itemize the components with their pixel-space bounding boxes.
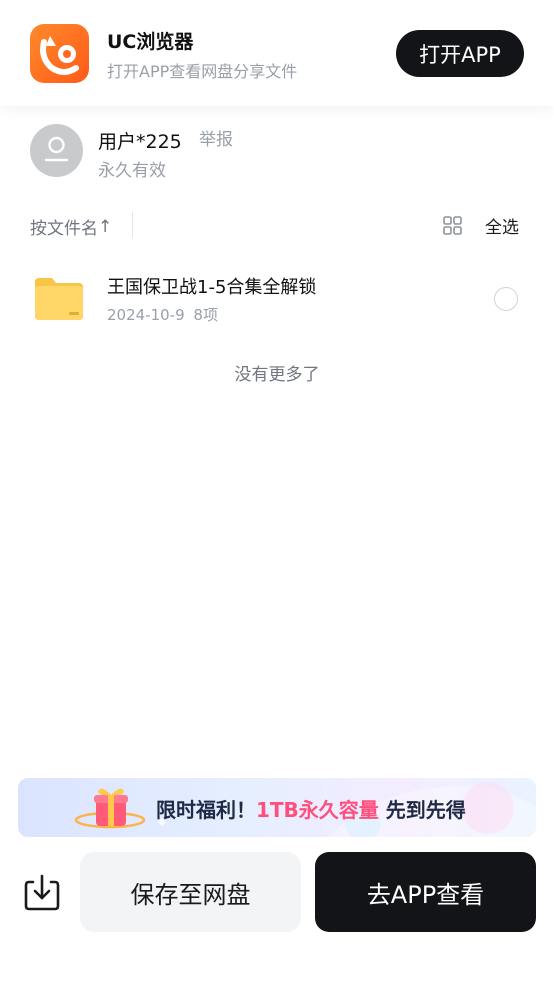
save-to-netdisk-button[interactable]: 保存至网盘 [80, 852, 301, 932]
app-name: UC浏览器 [107, 31, 194, 53]
list-item[interactable]: 王国保卫战1-5合集全解锁 2024-10-9 8项 [0, 252, 554, 338]
toolbar-divider [132, 212, 133, 238]
promo-prefix: 限时福利！ [156, 798, 256, 822]
avatar [30, 124, 83, 177]
list-end-text: 没有更多了 [234, 365, 320, 385]
folder-icon [33, 272, 85, 324]
view-in-app-button[interactable]: 去APP查看 [315, 852, 536, 932]
gift-box-icon [70, 784, 150, 834]
download-icon[interactable] [22, 872, 62, 912]
file-select-checkbox[interactable] [494, 287, 518, 311]
sort-label: 按文件名 [30, 219, 98, 239]
app-download-header: UC浏览器 打开APP查看网盘分享文件 打开APP [0, 0, 554, 106]
report-link[interactable]: 举报 [199, 125, 233, 150]
file-meta: 2024-10-9 8项 [107, 304, 218, 325]
promo-highlight: 1TB永久容量 [256, 798, 379, 822]
sharer-username: 用户*225 [98, 131, 182, 153]
file-date: 2024-10-9 [107, 306, 185, 324]
sort-by-filename-button[interactable]: 按文件名 ↑ [30, 214, 113, 240]
user-avatar-icon [44, 136, 69, 162]
file-name: 王国保卫战1-5合集全解锁 [107, 277, 317, 298]
promo-banner[interactable]: 限时福利！1TB永久容量 先到先得 [18, 778, 536, 837]
share-validity: 永久有效 [98, 161, 166, 181]
grid-view-icon[interactable] [443, 216, 462, 235]
select-all-button[interactable]: 全选 [485, 213, 519, 238]
promo-suffix: 先到先得 [378, 798, 466, 822]
file-count: 8项 [193, 306, 218, 324]
sort-arrow-icon: ↑ [98, 216, 113, 237]
open-app-button[interactable]: 打开APP [396, 30, 524, 77]
promo-text: 限时福利！1TB永久容量 先到先得 [156, 794, 466, 823]
uc-browser-logo [30, 24, 89, 83]
app-subtitle: 打开APP查看网盘分享文件 [107, 62, 298, 81]
